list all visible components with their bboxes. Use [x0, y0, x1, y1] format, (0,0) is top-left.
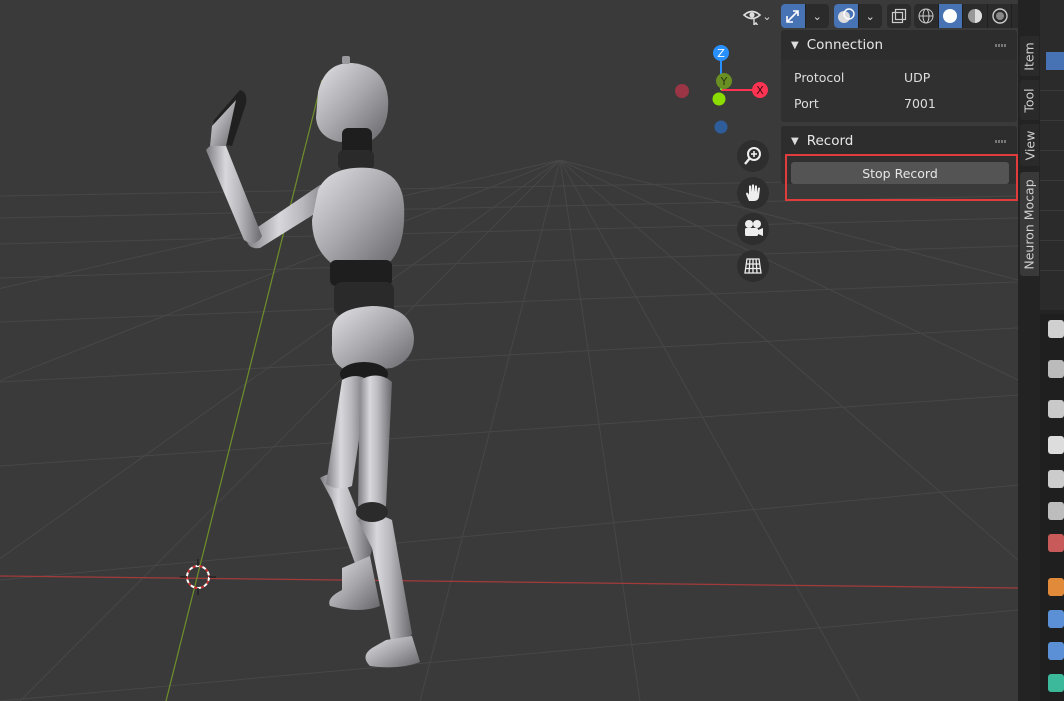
- zoom-icon: [744, 147, 761, 165]
- port-label: Port: [794, 95, 819, 111]
- protocol-value: UDP: [904, 69, 931, 85]
- object-properties-icon[interactable]: [1048, 578, 1064, 596]
- collapse-triangle-icon: ▼: [791, 39, 799, 51]
- sidebar-tab-strip: Item Tool View Neuron Mocap: [1018, 30, 1040, 280]
- xray-toggle[interactable]: [887, 4, 911, 28]
- protocol-row: Protocol UDP: [781, 64, 1017, 90]
- port-row: Port 7001: [781, 90, 1017, 116]
- rendered-icon: [991, 8, 1008, 24]
- tab-tool[interactable]: Tool: [1020, 80, 1039, 120]
- modifier-properties-icon[interactable]: [1048, 610, 1064, 628]
- 3d-viewport[interactable]: ⌄ ⌄ ⌄ Z Y X ▼ Connection Protocol UDP Po…: [0, 0, 1018, 701]
- wireframe-icon: [918, 8, 934, 24]
- outliner-strip: [1040, 0, 1064, 310]
- chevron-down-icon: ⌄: [762, 9, 772, 23]
- record-panel-title: Record: [806, 133, 854, 149]
- port-value: 7001: [904, 95, 936, 111]
- shading-solid-button[interactable]: [938, 4, 964, 28]
- svg-text:Y: Y: [720, 75, 728, 88]
- drag-grip-icon[interactable]: [995, 44, 1007, 47]
- zoom-button[interactable]: [737, 140, 769, 172]
- shading-mode-group: ⌄: [914, 4, 1018, 28]
- gizmo-arrows-icon: [785, 10, 799, 23]
- camera-view-button[interactable]: [737, 213, 769, 245]
- tab-neuron-mocap[interactable]: Neuron Mocap: [1020, 172, 1039, 276]
- drag-grip-icon[interactable]: [995, 140, 1007, 143]
- svg-text:Z: Z: [717, 47, 725, 60]
- tab-item[interactable]: Item: [1020, 36, 1039, 76]
- material-preview-icon: [967, 9, 982, 23]
- constraint-properties-icon[interactable]: [1048, 674, 1064, 692]
- eye-arrow-icon: [743, 10, 762, 25]
- physics-properties-icon[interactable]: [1048, 642, 1064, 660]
- gizmo-toggle-group: ⌄: [781, 4, 829, 28]
- world-properties-icon[interactable]: [1048, 534, 1064, 552]
- record-panel-header[interactable]: ▼ Record: [781, 126, 1017, 156]
- chevron-down-icon: ⌄: [865, 9, 875, 23]
- highlight-box: [785, 154, 1018, 201]
- camera-icon: [745, 220, 763, 236]
- overlay-dropdown[interactable]: ⌄: [859, 4, 883, 28]
- properties-tabs-strip: [1040, 314, 1064, 701]
- connection-panel: ▼ Connection Protocol UDP Port 7001: [781, 30, 1017, 122]
- shading-wireframe-button[interactable]: [914, 4, 939, 28]
- overlay-circles-icon: [837, 8, 855, 23]
- overlay-toggle-group: ⌄: [834, 4, 882, 28]
- protocol-label: Protocol: [794, 69, 845, 85]
- gizmo-toggle[interactable]: [781, 4, 806, 28]
- chevron-down-icon: ⌄: [812, 9, 822, 23]
- collapse-triangle-icon: ▼: [791, 135, 799, 147]
- connection-panel-title: Connection: [806, 37, 884, 53]
- navigation-gizmo[interactable]: Z Y X: [670, 40, 775, 140]
- tool-properties-icon[interactable]: [1048, 360, 1064, 378]
- properties-editor-icon[interactable]: [1048, 320, 1064, 338]
- scene-properties-icon[interactable]: [1048, 502, 1064, 520]
- robot-mannequin[interactable]: [200, 55, 440, 680]
- xray-icon: [891, 8, 907, 24]
- ortho-grid-icon: [744, 258, 762, 274]
- outliner-selected-row[interactable]: [1046, 52, 1064, 70]
- connection-panel-header[interactable]: ▼ Connection: [781, 30, 1017, 60]
- output-properties-icon[interactable]: [1048, 436, 1064, 454]
- solid-icon: [943, 9, 958, 23]
- shading-rendered-button[interactable]: [988, 4, 1013, 28]
- overlay-toggle[interactable]: [834, 4, 859, 28]
- shading-material-button[interactable]: [963, 4, 988, 28]
- render-properties-icon[interactable]: [1048, 400, 1064, 418]
- tab-view[interactable]: View: [1020, 124, 1039, 166]
- svg-text:X: X: [756, 84, 764, 97]
- pan-hand-icon: [746, 184, 760, 201]
- view-layer-properties-icon[interactable]: [1048, 470, 1064, 488]
- gizmo-dropdown[interactable]: ⌄: [806, 4, 830, 28]
- ortho-toggle-button[interactable]: [737, 250, 769, 282]
- object-visibility-dropdown[interactable]: ⌄: [738, 4, 776, 28]
- pan-button[interactable]: [737, 177, 769, 209]
